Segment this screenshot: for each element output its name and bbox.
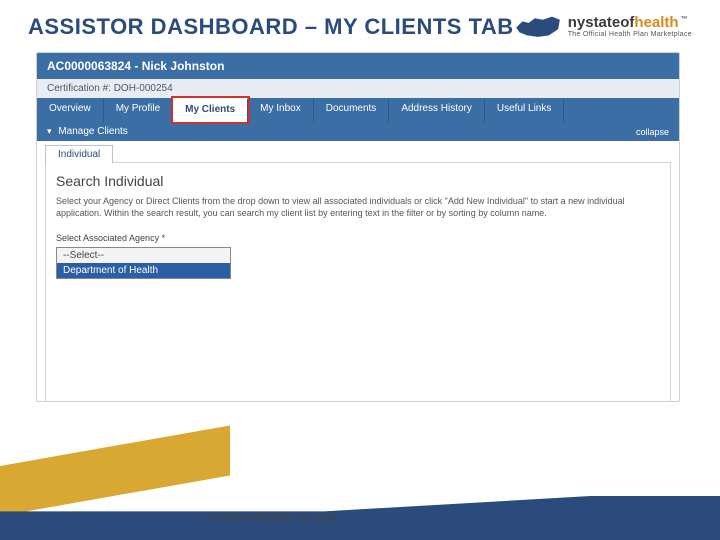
tab-address-history[interactable]: Address History bbox=[389, 98, 485, 122]
footer-gold-shape bbox=[0, 425, 230, 516]
tab-useful-links[interactable]: Useful Links bbox=[485, 98, 564, 122]
search-heading: Search Individual bbox=[56, 173, 660, 189]
collapse-link[interactable]: collapse bbox=[636, 127, 669, 137]
logo-brand-a: nystateof bbox=[568, 14, 635, 31]
brand-logo: nystateofhealth™ The Official Health Pla… bbox=[514, 12, 692, 40]
manage-clients-bar[interactable]: ▾ Manage Clients collapse bbox=[37, 122, 679, 141]
dropdown-placeholder[interactable]: --Select-- bbox=[57, 248, 230, 263]
certification-bar: Certification #: DOH-000254 bbox=[37, 79, 679, 98]
tab-my-inbox[interactable]: My Inbox bbox=[248, 98, 314, 122]
dropdown-option-doh[interactable]: Department of Health bbox=[57, 263, 230, 278]
logo-brand-b: health bbox=[634, 14, 678, 31]
dashboard-screenshot: AC0000063824 - Nick Johnston Certificati… bbox=[36, 52, 680, 402]
subtab-individual[interactable]: Individual bbox=[45, 145, 113, 163]
tab-my-clients[interactable]: My Clients bbox=[173, 98, 248, 122]
manage-title: Manage Clients bbox=[58, 126, 127, 137]
nys-icon bbox=[514, 12, 562, 40]
search-panel: Search Individual Select your Agency or … bbox=[45, 162, 671, 402]
footer-blue-shape bbox=[0, 496, 720, 540]
cert-value: DOH-000254 bbox=[114, 83, 173, 94]
tab-overview[interactable]: Overview bbox=[37, 98, 104, 122]
tab-my-profile[interactable]: My Profile bbox=[104, 98, 173, 122]
cert-label: Certification #: bbox=[47, 83, 111, 94]
logo-text: nystateofhealth™ bbox=[568, 14, 692, 31]
page-number: 11 bbox=[679, 495, 693, 510]
search-description: Select your Agency or Direct Clients fro… bbox=[56, 195, 660, 219]
tab-documents[interactable]: Documents bbox=[314, 98, 390, 122]
logo-tagline: The Official Health Plan Marketplace bbox=[568, 31, 692, 38]
agency-field-label: Select Associated Agency * bbox=[56, 233, 660, 243]
account-bar: AC0000063824 - Nick Johnston bbox=[37, 53, 679, 79]
tm-mark: ™ bbox=[681, 16, 688, 23]
agency-dropdown[interactable]: --Select-- Department of Health bbox=[56, 247, 231, 279]
chevron-down-icon: ▾ bbox=[47, 126, 52, 136]
footer-url: nystateofhealth. ny. gov bbox=[210, 510, 336, 524]
nav-tabs: Overview My Profile My Clients My Inbox … bbox=[37, 98, 679, 122]
